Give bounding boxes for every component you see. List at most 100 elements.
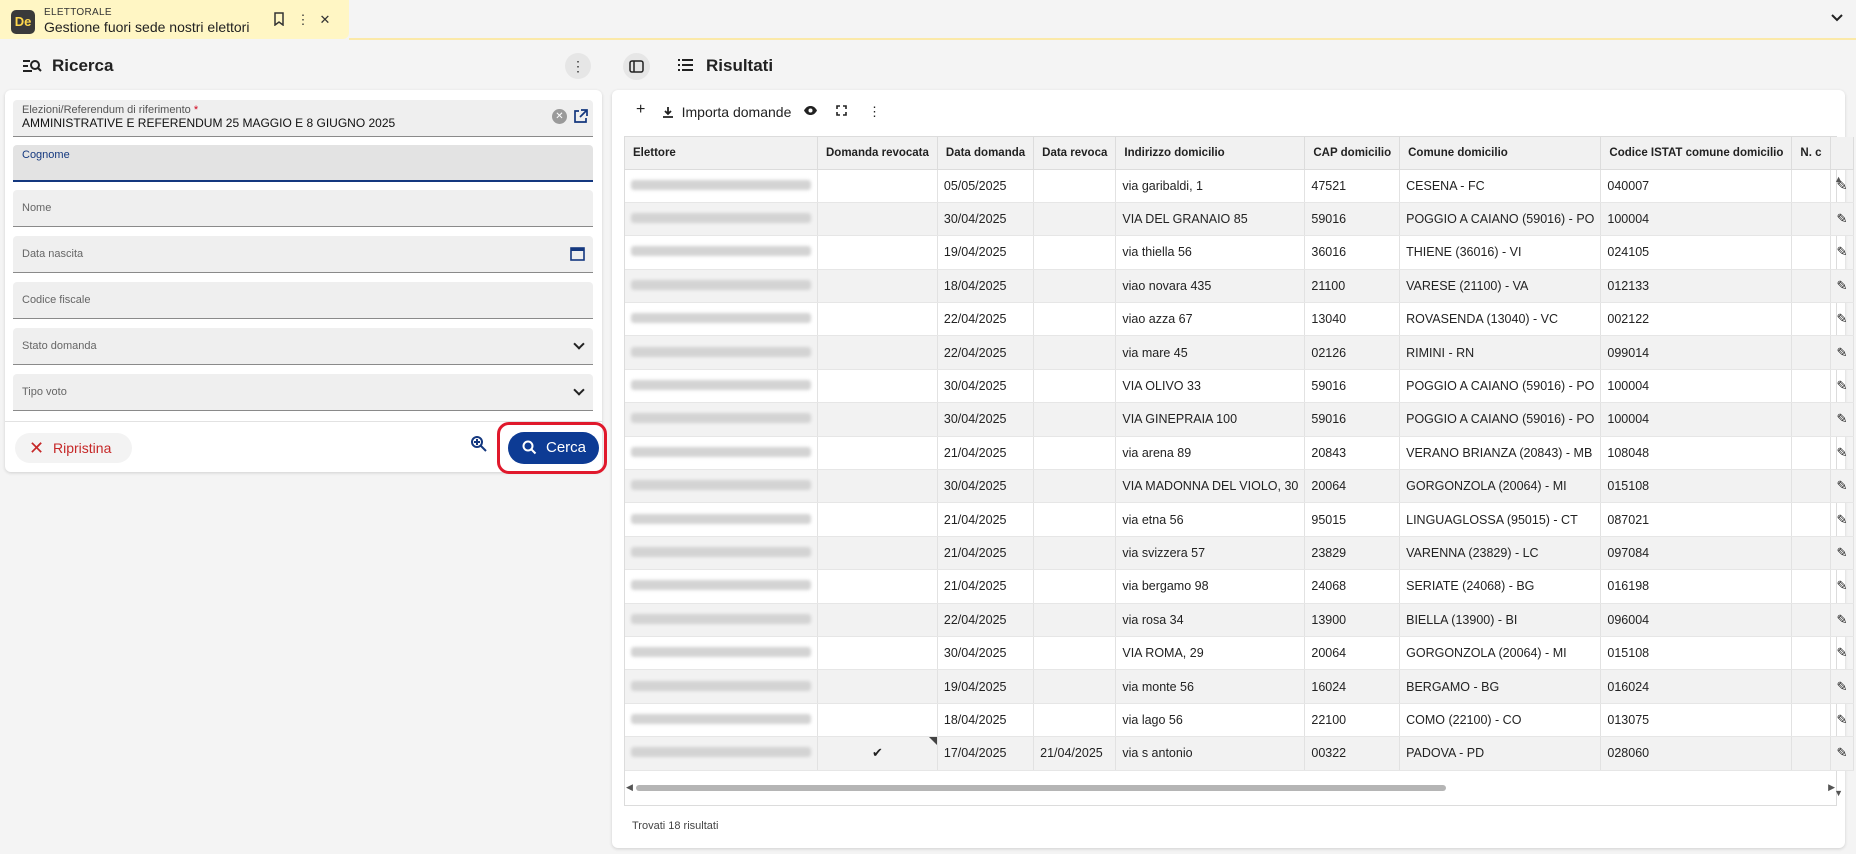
revoke-date-cell [1033,436,1117,471]
scroll-left-arrow[interactable]: ◀ [626,782,633,793]
reset-label: Ripristina [53,440,112,456]
revoke-date-cell [1033,202,1117,237]
edit-icon[interactable]: ✎ [1830,335,1855,370]
app-tab[interactable]: De ELETTORALE Gestione fuori sede nostri… [0,0,349,39]
fullscreen-icon[interactable] [836,104,847,119]
birthdate-label: Data nascita [22,248,84,260]
table-row[interactable]: 21/04/2025 via arena 89 20843 VERANO BRIANZ… [625,436,1855,471]
table-row[interactable]: 18/04/2025 viao novara 435 21100 VARESE (21… [625,269,1855,304]
redacted-voter-name [631,446,811,457]
search-panel-menu-button[interactable]: ⋮ [565,53,591,79]
cap-cell: 59016 [1304,402,1401,437]
open-external-icon[interactable] [573,109,588,129]
tax-code-field[interactable]: Codice fiscale [13,282,593,319]
close-icon[interactable]: ✕ [317,12,333,28]
edit-icon[interactable]: ✎ [1830,536,1855,571]
more-vertical-icon[interactable]: ⋮ [295,12,311,28]
sidebar-toggle-button[interactable] [623,53,650,80]
table-row[interactable]: 30/04/2025 VIA ROMA, 29 20064 GORGONZOLA (2… [625,636,1855,671]
table-row[interactable]: 22/04/2025 via rosa 34 13900 BIELLA (13900)… [625,603,1855,637]
extra-cell [1791,469,1831,504]
election-field[interactable]: Elezioni/Referendum di riferimento * AMM… [13,100,593,137]
edit-icon[interactable]: ✎ [1830,436,1855,471]
horizontal-scrollbar[interactable]: ◀ ▶ [624,782,1837,794]
chevron-down-icon[interactable] [1830,10,1844,26]
column-header[interactable]: Comune domicilio [1399,137,1602,170]
column-header[interactable]: Indirizzo domicilio [1115,137,1306,170]
search-button[interactable]: Cerca [508,432,599,464]
table-row[interactable]: 30/04/2025 VIA DEL GRANAIO 85 59016 POGGIO … [625,202,1855,237]
zoom-in-icon[interactable] [470,435,487,457]
redacted-voter-name [631,313,811,324]
edit-icon[interactable]: ✎ [1830,302,1855,337]
edit-icon[interactable]: ✎ [1830,269,1855,304]
table-row[interactable]: 19/04/2025 via monte 56 16024 BERGAMO - BG 0… [625,669,1855,704]
import-button[interactable]: Importa domande [662,104,791,120]
cap-cell: 20843 [1304,436,1401,471]
add-icon[interactable]: + [636,101,645,119]
date-cell: 22/04/2025 [937,335,1035,370]
city-cell: POGGIO A CAIANO (59016) - PO [1399,369,1602,404]
date-cell: 21/04/2025 [937,436,1035,471]
table-row[interactable]: ✔ 17/04/2025 21/04/2025 via s antonio 00322 P… [625,736,1855,771]
vote-type-select[interactable]: Tipo voto [13,374,593,411]
scroll-up-arrow[interactable]: ▲ [1834,174,1843,184]
cap-cell: 23829 [1304,536,1401,571]
table-row[interactable]: 18/04/2025 via lago 56 22100 COMO (22100) -… [625,703,1855,738]
table-row[interactable]: 05/05/2025 via garibaldi, 1 47521 CESENA - … [625,169,1855,203]
column-header[interactable]: CAP domicilio [1304,137,1401,170]
istat-cell: 002122 [1600,302,1793,337]
status-select[interactable]: Stato domanda [13,328,593,365]
edit-icon[interactable]: ✎ [1830,736,1855,771]
column-header[interactable]: Domanda revocata [817,137,938,170]
table-row[interactable]: 30/04/2025 VIA OLIVO 33 59016 POGGIO A CAIA… [625,369,1855,404]
edit-icon[interactable]: ✎ [1830,636,1855,671]
voter-cell [625,369,818,404]
istat-cell: 087021 [1600,502,1793,537]
more-vertical-icon[interactable]: ⋮ [868,104,881,120]
edit-icon[interactable]: ✎ [1830,669,1855,704]
calendar-icon[interactable] [570,246,585,266]
date-cell: 18/04/2025 [937,269,1035,304]
edit-icon[interactable]: ✎ [1830,235,1855,270]
column-header[interactable]: Data domanda [937,137,1035,170]
reset-button[interactable]: ✕ Ripristina [15,433,132,463]
table-row[interactable]: 21/04/2025 via bergamo 98 24068 SERIATE (24… [625,569,1855,604]
table-row[interactable]: 22/04/2025 via mare 45 02126 RIMINI - RN 099… [625,335,1855,370]
istat-cell: 097084 [1600,536,1793,571]
revoke-date-cell [1033,269,1117,304]
table-row[interactable]: 30/04/2025 VIA MADONNA DEL VIOLO, 30 20064… [625,469,1855,504]
extra-cell [1791,703,1831,738]
edit-icon[interactable]: ✎ [1830,603,1855,637]
table-row[interactable]: 21/04/2025 via svizzera 57 23829 VARENNA (2… [625,536,1855,571]
edit-icon[interactable]: ✎ [1830,502,1855,537]
column-header[interactable]: Elettore [625,137,818,170]
edit-icon[interactable]: ✎ [1830,703,1855,738]
istat-cell: 096004 [1600,603,1793,637]
table-row[interactable]: 30/04/2025 VIA GINEPRAIA 100 59016 POGGIO A… [625,402,1855,437]
visibility-icon[interactable] [803,104,818,119]
revoked-cell: ✔ [817,736,938,771]
bookmark-icon[interactable] [271,12,287,28]
birthdate-field[interactable]: Data nascita [13,236,593,273]
edit-icon[interactable]: ✎ [1830,202,1855,237]
edit-icon[interactable]: ✎ [1830,569,1855,604]
city-cell: POGGIO A CAIANO (59016) - PO [1399,402,1602,437]
table-row[interactable]: 22/04/2025 viao azza 67 13040 ROVASENDA (13… [625,302,1855,337]
extra-cell [1791,369,1831,404]
table-row[interactable]: 21/04/2025 via etna 56 95015 LINGUAGLOSSA (… [625,502,1855,537]
column-header[interactable]: N. c [1791,137,1831,170]
edit-icon[interactable]: ✎ [1830,402,1855,437]
edit-icon[interactable]: ✎ [1830,369,1855,404]
table-row[interactable]: 19/04/2025 via thiella 56 36016 THIENE (360… [625,235,1855,270]
revoke-date-cell [1033,235,1117,270]
column-header[interactable]: Codice ISTAT comune domicilio [1600,137,1793,170]
column-header[interactable]: Data revoca [1033,137,1117,170]
clear-icon[interactable]: ✕ [552,109,567,124]
scrollbar-thumb[interactable] [636,785,1446,791]
surname-field[interactable]: Cognome [13,145,593,182]
scroll-right-arrow[interactable]: ▶ [1828,782,1835,793]
istat-cell: 040007 [1600,169,1793,203]
edit-icon[interactable]: ✎ [1830,469,1855,504]
name-field[interactable]: Nome [13,190,593,227]
